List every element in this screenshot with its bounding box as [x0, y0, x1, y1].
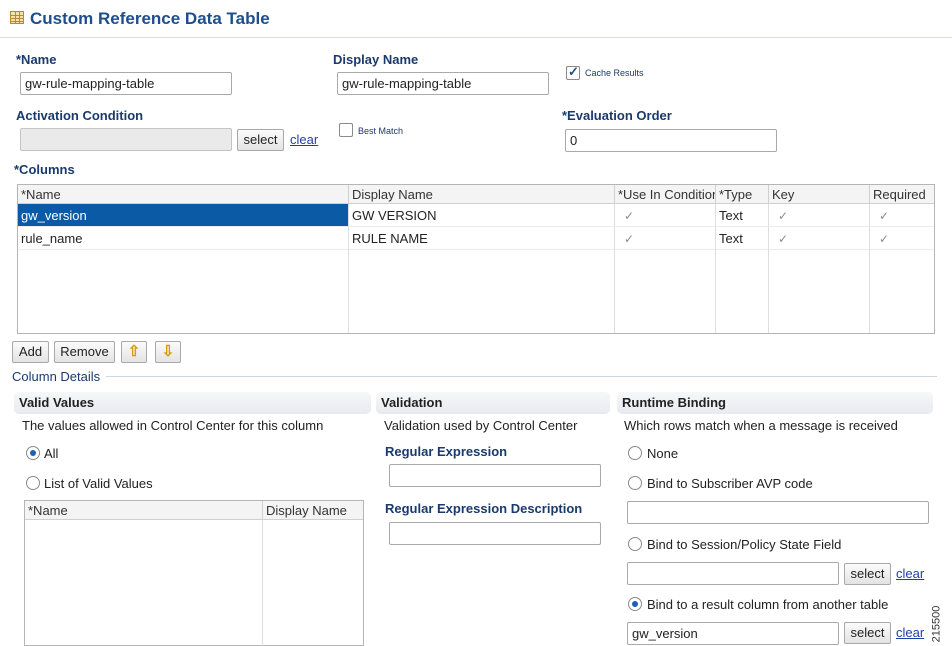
name-label: *Name: [16, 52, 57, 67]
row-2-display-name[interactable]: RULE NAME: [349, 227, 615, 250]
none-radio[interactable]: [628, 446, 642, 460]
empty-col: [615, 250, 716, 333]
result-clear-link[interactable]: clear: [896, 625, 924, 640]
col-header-use-in-conditions[interactable]: *Use In Conditions: [615, 185, 716, 204]
figure-number-wrap: 215500: [930, 604, 950, 644]
remove-button[interactable]: Remove: [54, 341, 115, 363]
subscriber-avp-input[interactable]: [627, 501, 929, 524]
regular-expression-input[interactable]: [389, 464, 601, 487]
empty-col: [716, 250, 769, 333]
list-of-valid-values-label: List of Valid Values: [44, 476, 153, 491]
column-details-divider: [12, 376, 937, 377]
cache-results-checkbox[interactable]: [566, 64, 580, 80]
row-1-type[interactable]: Text: [716, 204, 769, 227]
vv-col-divider: [262, 520, 263, 646]
result-column-label: Bind to a result column from another tab…: [647, 597, 889, 612]
valid-values-table: *Name Display Name: [24, 500, 364, 646]
valid-values-header: Valid Values: [14, 392, 371, 414]
result-select-button[interactable]: select: [844, 622, 891, 644]
best-match-checkbox[interactable]: [339, 123, 353, 137]
vv-header-display-name[interactable]: Display Name: [263, 501, 363, 520]
row-1-name[interactable]: gw_version: [18, 204, 349, 227]
col-header-key[interactable]: Key: [769, 185, 870, 204]
none-label: None: [647, 446, 679, 461]
arrow-up-icon[interactable]: ⇧: [121, 341, 147, 363]
session-state-radio[interactable]: [628, 537, 642, 551]
cache-results-label: Cache Results: [585, 68, 644, 78]
valid-values-description: The values allowed in Control Center for…: [22, 418, 324, 433]
runtime-binding-header: Runtime Binding: [617, 392, 933, 414]
activation-select-button[interactable]: select: [237, 129, 284, 151]
row-2-key[interactable]: ✓: [769, 227, 870, 250]
subscriber-avp-radio[interactable]: [628, 476, 642, 490]
check-icon: ✓: [778, 232, 789, 246]
row-1-required[interactable]: ✓: [870, 204, 934, 227]
session-state-input[interactable]: [627, 562, 839, 585]
display-name-label: Display Name: [333, 52, 419, 67]
activation-condition-label: Activation Condition: [16, 108, 144, 123]
activation-clear-link[interactable]: clear: [290, 132, 318, 147]
activation-condition-input: [20, 128, 232, 151]
result-column-radio[interactable]: [628, 597, 642, 611]
runtime-binding-description: Which rows match when a message is recei…: [624, 418, 898, 433]
vv-header-name[interactable]: *Name: [25, 501, 263, 520]
col-header-name[interactable]: *Name: [18, 185, 349, 204]
validation-description: Validation used by Control Center: [384, 418, 578, 433]
row-2-name[interactable]: rule_name: [18, 227, 349, 250]
column-details-label: Column Details: [12, 369, 107, 384]
list-of-valid-values-radio[interactable]: [26, 476, 40, 490]
subscriber-avp-label: Bind to Subscriber AVP code: [647, 476, 813, 491]
empty-col: [18, 250, 349, 333]
result-column-input[interactable]: gw_version: [627, 622, 839, 645]
arrow-down-icon[interactable]: ⇩: [155, 341, 181, 363]
check-icon: ✓: [778, 209, 789, 223]
session-state-label: Bind to Session/Policy State Field: [647, 537, 842, 552]
all-label: All: [44, 446, 59, 461]
row-1-use-in-conditions[interactable]: ✓: [615, 204, 716, 227]
regex-description-input[interactable]: [389, 522, 601, 545]
display-name-input[interactable]: gw-rule-mapping-table: [337, 72, 549, 95]
all-radio[interactable]: [26, 446, 40, 460]
empty-col: [349, 250, 615, 333]
name-input[interactable]: gw-rule-mapping-table: [20, 72, 232, 95]
row-2-use-in-conditions[interactable]: ✓: [615, 227, 716, 250]
columns-label: *Columns: [14, 162, 75, 177]
regular-expression-label: Regular Expression: [385, 444, 508, 459]
columns-table: *Name Display Name *Use In Conditions *T…: [17, 184, 935, 334]
table-icon: [10, 11, 24, 24]
col-header-required[interactable]: Required: [870, 185, 934, 204]
validation-header: Validation: [376, 392, 610, 414]
regex-description-label: Regular Expression Description: [385, 501, 583, 516]
add-button[interactable]: Add: [12, 341, 49, 363]
best-match-label: Best Match: [358, 126, 404, 136]
row-2-required[interactable]: ✓: [870, 227, 934, 250]
empty-col: [769, 250, 870, 333]
check-icon: ✓: [879, 232, 890, 246]
row-1-key[interactable]: ✓: [769, 204, 870, 227]
session-select-button[interactable]: select: [844, 563, 891, 585]
col-header-type[interactable]: *Type: [716, 185, 769, 204]
check-icon: ✓: [879, 209, 890, 223]
figure-number: 215500: [930, 605, 943, 643]
check-icon: ✓: [624, 232, 635, 246]
row-2-type[interactable]: Text: [716, 227, 769, 250]
col-header-display-name[interactable]: Display Name: [349, 185, 615, 204]
page-title: Custom Reference Data Table: [30, 9, 270, 28]
evaluation-order-label: *Evaluation Order: [562, 108, 672, 123]
check-icon: ✓: [624, 209, 635, 223]
session-clear-link[interactable]: clear: [896, 566, 924, 581]
row-1-display-name[interactable]: GW VERSION: [349, 204, 615, 227]
evaluation-order-input[interactable]: 0: [565, 129, 777, 152]
